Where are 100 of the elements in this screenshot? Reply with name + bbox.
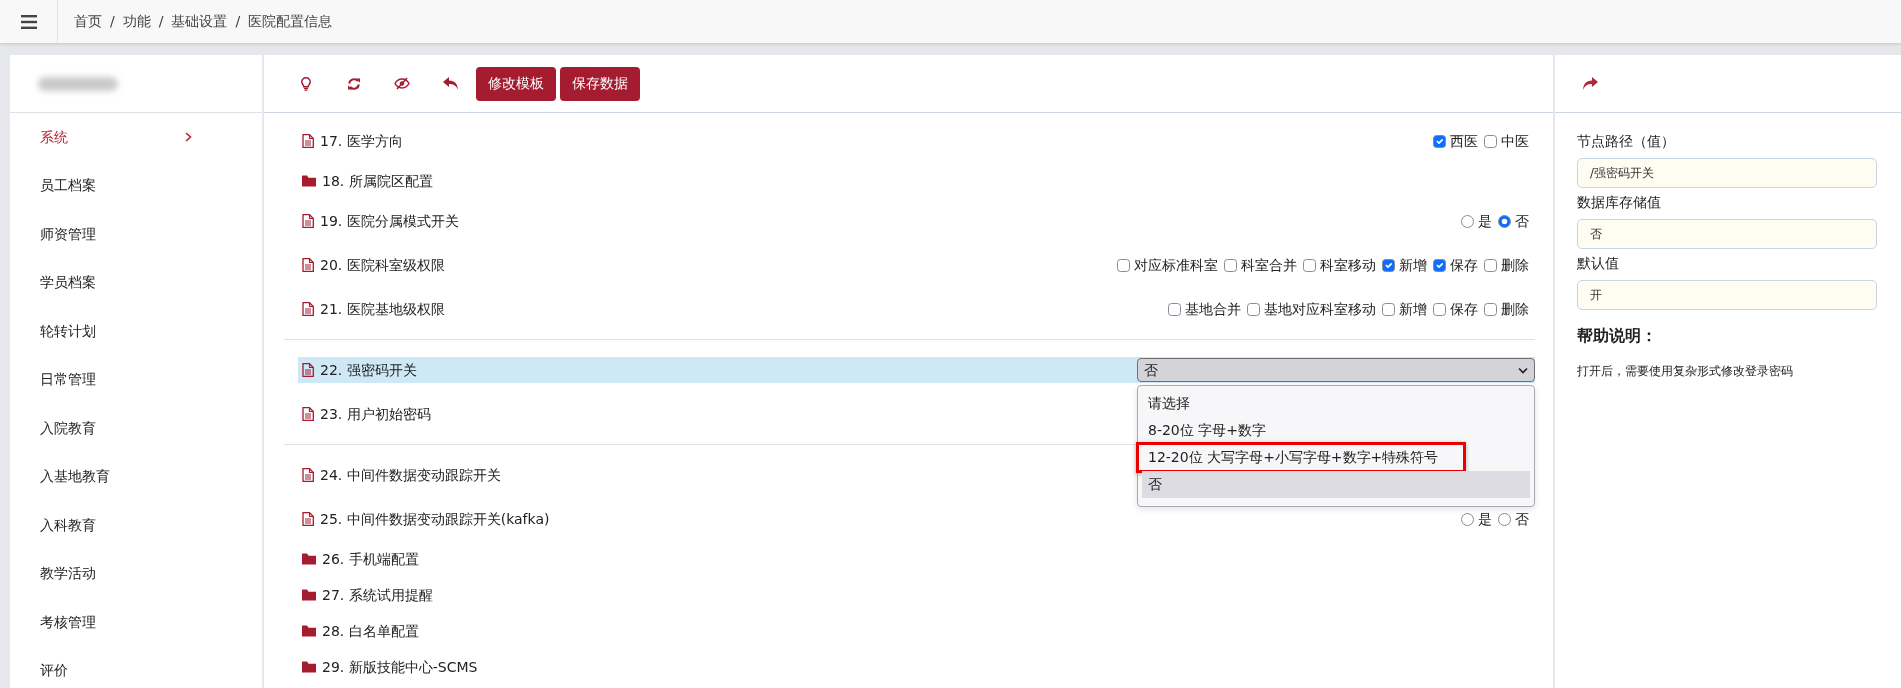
config-item-label[interactable]: 17. 医学方向 — [320, 130, 403, 152]
option-label: 删除 — [1501, 299, 1529, 319]
field-label: 数据库存储值 — [1577, 193, 1662, 212]
config-item-label[interactable]: 22. 强密码开关 — [320, 359, 417, 381]
breadcrumb-link[interactable]: 首页 — [74, 11, 102, 32]
config-item-label[interactable]: 26. 手机端配置 — [322, 548, 419, 570]
sidebar-item[interactable]: 教学活动 — [40, 563, 96, 585]
config-item-label[interactable]: 29. 新版技能中心-SCMS — [322, 656, 478, 678]
option-label: 中医 — [1501, 131, 1529, 151]
config-item-label[interactable]: 25. 中间件数据变动跟踪开关(kafka) — [320, 508, 550, 530]
checkbox[interactable] — [1433, 302, 1446, 316]
lightbulb-icon[interactable] — [301, 76, 311, 91]
sidebar-item[interactable]: 日常管理 — [40, 369, 96, 391]
option-label: 科室合并 — [1241, 255, 1297, 275]
dropdown-option[interactable]: 8-20位 字母+数字 — [1142, 417, 1530, 444]
document-icon — [302, 363, 314, 377]
sidebar-item[interactable]: 入院教育 — [40, 417, 96, 439]
option-label: 是 — [1478, 509, 1492, 529]
document-icon — [302, 407, 314, 421]
select-field[interactable]: 否 — [1137, 358, 1535, 382]
folder-icon — [302, 553, 316, 565]
checkbox[interactable] — [1382, 258, 1395, 272]
breadcrumb-link[interactable]: 功能 — [122, 11, 151, 32]
option-label: 新增 — [1399, 299, 1427, 319]
config-item-label[interactable]: 27. 系统试用提醒 — [322, 584, 433, 606]
share-arrow-icon[interactable] — [1583, 77, 1598, 90]
config-item-label[interactable]: 21. 医院基地级权限 — [320, 298, 445, 320]
config-item-label[interactable]: 28. 白名单配置 — [322, 620, 419, 642]
sidebar-item[interactable]: 学员档案 — [40, 272, 96, 294]
caret-down-icon — [1518, 366, 1528, 374]
field-label: 默认值 — [1577, 254, 1620, 273]
sidebar-item[interactable]: 入基地教育 — [40, 466, 110, 488]
field-label: 节点路径（值） — [1577, 132, 1676, 151]
config-item-label[interactable]: 24. 中间件数据变动跟踪开关 — [320, 464, 501, 486]
sidebar-item[interactable]: 系统 — [40, 126, 68, 148]
menu-icon[interactable] — [20, 14, 37, 29]
option-label: 西医 — [1450, 131, 1478, 151]
option-label: 科室移动 — [1320, 255, 1376, 275]
checkbox[interactable] — [1168, 302, 1181, 316]
document-icon — [302, 134, 314, 148]
document-icon — [302, 214, 314, 228]
breadcrumb-link[interactable]: 医院配置信息 — [248, 11, 333, 32]
radio-button[interactable] — [1498, 214, 1511, 228]
checkbox[interactable] — [1224, 258, 1237, 272]
text-field[interactable]: 开 — [1577, 280, 1877, 310]
checkbox[interactable] — [1433, 134, 1446, 148]
sidebar-item[interactable]: 入科教育 — [40, 514, 96, 536]
toolbar-button[interactable]: 修改模板 — [476, 66, 556, 101]
option-label: 否 — [1515, 509, 1529, 529]
sidebar-item[interactable]: 评价 — [40, 660, 68, 682]
breadcrumb-separator: / — [110, 12, 115, 31]
dropdown-option[interactable]: 否 — [1142, 471, 1530, 498]
folder-icon — [302, 589, 316, 601]
option-label: 基地合并 — [1185, 299, 1241, 319]
dropdown-option[interactable]: 请选择 — [1142, 390, 1530, 417]
checkbox[interactable] — [1484, 134, 1497, 148]
breadcrumb-link[interactable]: 基础设置 — [171, 11, 228, 32]
radio-button[interactable] — [1498, 512, 1511, 526]
document-icon — [302, 302, 314, 316]
checkbox[interactable] — [1117, 258, 1130, 272]
checkbox[interactable] — [1484, 302, 1497, 316]
option-label: 基地对应科室移动 — [1264, 299, 1376, 319]
option-label: 对应标准科室 — [1134, 255, 1218, 275]
option-label: 否 — [1515, 211, 1529, 231]
option-label: 保存 — [1450, 255, 1478, 275]
config-item-label[interactable]: 19. 医院分属模式开关 — [320, 210, 459, 232]
checkbox[interactable] — [1484, 258, 1497, 272]
option-label: 删除 — [1501, 255, 1529, 275]
sidebar-item[interactable]: 考核管理 — [40, 611, 96, 633]
config-item-label[interactable]: 20. 医院科室级权限 — [320, 254, 445, 276]
folder-icon — [302, 625, 316, 637]
text-field[interactable]: /强密码开关 — [1577, 158, 1877, 188]
sidebar-item[interactable]: 师资管理 — [40, 223, 96, 245]
chevron-right-icon — [185, 132, 192, 143]
config-item-label[interactable]: 18. 所属院区配置 — [322, 170, 433, 192]
help-heading: 帮助说明： — [1577, 325, 1658, 347]
radio-button[interactable] — [1461, 214, 1474, 228]
option-label: 新增 — [1399, 255, 1427, 275]
breadcrumb-separator: / — [158, 12, 164, 31]
folder-icon — [302, 661, 316, 673]
option-label: 保存 — [1450, 299, 1478, 319]
refresh-icon[interactable] — [347, 76, 361, 91]
checkbox[interactable] — [1382, 302, 1395, 316]
toolbar-button[interactable]: 保存数据 — [560, 66, 640, 101]
radio-button[interactable] — [1461, 512, 1474, 526]
document-icon — [302, 468, 314, 482]
checkbox[interactable] — [1303, 258, 1316, 272]
checkbox[interactable] — [1247, 302, 1260, 316]
help-text: 打开后，需要使用复杂形式修改登录密码 — [1577, 363, 1794, 380]
folder-icon — [302, 175, 316, 187]
eye-slash-icon[interactable] — [394, 77, 410, 90]
breadcrumb-separator: / — [235, 12, 241, 31]
text-field[interactable]: 否 — [1577, 219, 1877, 249]
undo-arrow-icon[interactable] — [442, 77, 458, 90]
document-icon — [302, 258, 314, 272]
document-icon — [302, 512, 314, 526]
sidebar-item[interactable]: 员工档案 — [40, 175, 96, 197]
config-item-label[interactable]: 23. 用户初始密码 — [320, 403, 431, 425]
checkbox[interactable] — [1433, 258, 1446, 272]
sidebar-item[interactable]: 轮转计划 — [40, 320, 96, 342]
